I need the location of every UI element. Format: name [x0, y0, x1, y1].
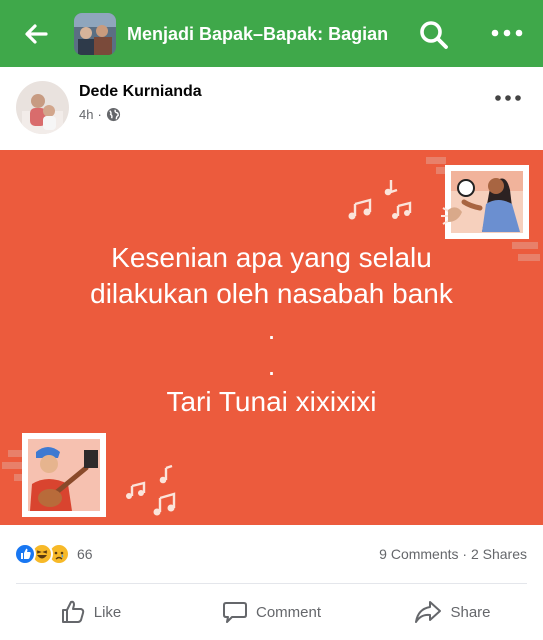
guitar-player-illustration	[22, 433, 106, 517]
post-header: Dede Kurnianda 4h ·	[0, 67, 543, 150]
comment-label: Comment	[255, 603, 322, 621]
like-button[interactable]: Like	[0, 584, 181, 640]
share-label: Share	[450, 603, 491, 621]
share-button[interactable]: Share	[362, 584, 543, 640]
reaction-icons[interactable]: 66	[14, 543, 93, 565]
post-line: .	[267, 350, 276, 381]
meta-separator: ·	[97, 107, 102, 122]
post-line: dilakukan oleh nasabah bank	[90, 278, 453, 309]
author-avatar[interactable]	[16, 81, 69, 134]
group-avatar[interactable]	[74, 13, 116, 55]
comment-share-stats[interactable]: 9 Comments · 2 Shares	[379, 546, 527, 562]
more-options-button[interactable]	[490, 26, 524, 40]
more-horizontal-icon	[495, 95, 521, 101]
like-reaction-icon	[14, 543, 36, 565]
music-note-icon	[348, 180, 412, 220]
group-title[interactable]: Menjadi Bapak–Bapak: Bagian...	[127, 24, 389, 45]
post-time[interactable]: 4h	[79, 107, 93, 122]
post-meta: 4h ·	[79, 107, 121, 122]
post-actions: Like Comment Share	[0, 584, 543, 640]
reaction-summary: 66 9 Comments · 2 Shares	[0, 525, 543, 583]
post-body-text: Kesenian apa yang selalu dilakukan oleh …	[0, 240, 543, 420]
post-line: .	[267, 314, 276, 345]
post-text-card: Kesenian apa yang selalu dilakukan oleh …	[0, 150, 543, 525]
back-button[interactable]	[20, 18, 52, 50]
more-horizontal-icon	[491, 29, 523, 37]
reaction-count: 66	[77, 546, 93, 562]
like-label: Like	[93, 603, 122, 621]
author-name[interactable]: Dede Kurnianda	[79, 83, 202, 101]
tambourine-player-illustration	[441, 165, 529, 239]
search-icon	[420, 21, 448, 49]
group-header-bar: Menjadi Bapak–Bapak: Bagian...	[0, 0, 543, 67]
comment-button[interactable]: Comment	[181, 584, 362, 640]
thumbs-up-icon	[61, 600, 84, 623]
post-line: Tari Tunai xixixixi	[166, 386, 377, 417]
post-line: Kesenian apa yang selalu	[111, 242, 432, 273]
comment-icon	[222, 602, 247, 623]
arrow-left-icon	[25, 24, 48, 44]
globe-icon	[106, 107, 120, 122]
post-more-button[interactable]	[494, 89, 522, 101]
share-icon	[415, 601, 442, 623]
search-button[interactable]	[418, 19, 450, 51]
